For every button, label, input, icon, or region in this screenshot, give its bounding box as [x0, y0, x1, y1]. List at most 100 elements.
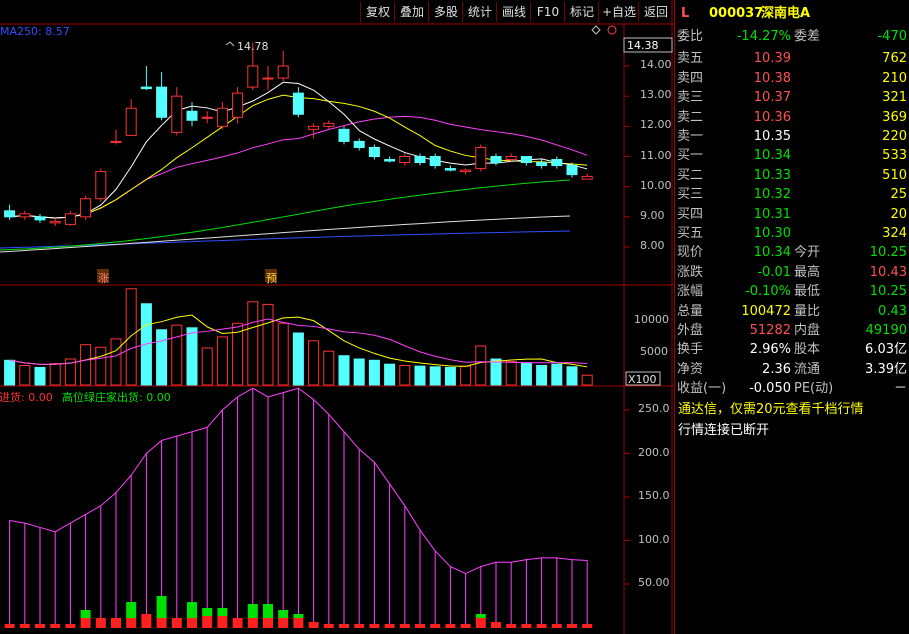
stat-label: 总量: [677, 303, 704, 319]
indicator-axis-label: 150.0: [638, 489, 670, 502]
bid-label: 买五: [677, 226, 704, 241]
bid-row: 买五 10.30 324: [677, 224, 909, 243]
weibi-row: 委比 -14.27% 委差 -470: [677, 27, 909, 46]
candle-body: [414, 156, 426, 164]
indicator-green-bar: [278, 610, 289, 618]
stats-row: 总量 100472 量比 0.43: [677, 302, 909, 321]
volume-bar: [49, 363, 61, 386]
price-axis-label: 8.00: [640, 239, 665, 252]
indicator-red-bar: [308, 622, 319, 628]
candle-body: [201, 116, 213, 119]
volume-bar: [566, 366, 578, 386]
volume-bar: [19, 365, 31, 386]
candle-body: [19, 213, 31, 218]
candle-body: [292, 92, 304, 115]
candle-body: [551, 159, 563, 167]
stat-label: 现价: [677, 245, 704, 260]
volume-bar: [34, 366, 46, 386]
stat-value: 51282: [749, 323, 791, 338]
volume-bar: [247, 301, 259, 386]
connection-label: 行情连接已断开: [678, 423, 770, 438]
fund-label: 流通: [794, 361, 821, 377]
ma120-line: [0, 215, 571, 253]
indicator-red-bar: [247, 618, 258, 628]
volume-bar: [216, 336, 228, 386]
stat-value: 10.25: [869, 245, 907, 260]
fund-value: 6.03亿: [865, 342, 907, 357]
indicator-green-bar: [293, 614, 304, 618]
indicator-red-bar: [4, 624, 15, 628]
ask-label: 卖四: [677, 70, 704, 86]
price-axis-label: 9.00: [640, 208, 665, 222]
ask-label: 卖三: [677, 90, 704, 105]
indicator-red-bar: [521, 624, 532, 628]
candle-body: [338, 128, 350, 142]
candle-body: [536, 162, 548, 167]
volume-bar: [95, 346, 107, 386]
fund-value: 3.39亿: [865, 361, 907, 377]
indicator-red-bar: [384, 624, 395, 628]
indicator-red-bar: [171, 618, 182, 628]
bid-label: 买二: [677, 167, 704, 183]
stats-row: 涨幅 -0.10% 最低 10.25: [677, 282, 909, 301]
volume-bar: [505, 361, 517, 386]
indicator-red-bar: [156, 618, 167, 628]
diamond-icon: [591, 25, 601, 35]
kline-chart[interactable]: [0, 0, 674, 634]
indicator-green-bar: [247, 604, 258, 618]
bid-price: 10.33: [753, 167, 791, 183]
candle-body: [49, 220, 61, 224]
indicator-red-bar: [430, 624, 441, 628]
fund-row: 收益(一) -0.050 PE(动) －: [677, 379, 909, 398]
candle-body: [171, 95, 183, 133]
indicator-red-bar: [80, 618, 91, 628]
promo-label[interactable]: 通达信，仅需20元查看千档行情: [678, 400, 864, 419]
stat-label: 外盘: [677, 323, 704, 338]
indicator-red-bar: [354, 624, 365, 628]
stock-prefix: L: [681, 6, 690, 21]
candle-body: [156, 86, 168, 118]
volume-bar: [581, 374, 593, 386]
ask-row: 卖三 10.37 321: [677, 88, 909, 107]
indicator-green-bar: [217, 608, 228, 616]
bid-price: 10.31: [753, 206, 791, 222]
current-price-tag: 14.38: [627, 39, 659, 52]
stat-value: -0.01: [757, 264, 791, 280]
ask-price: 10.37: [753, 90, 791, 105]
indicator-green-bar: [156, 596, 167, 618]
ask-price: 10.36: [753, 109, 791, 125]
volume-bar: [338, 355, 350, 386]
candle-body: [95, 171, 107, 200]
ask-volume: 321: [882, 90, 907, 105]
volume-bar: [323, 350, 335, 386]
circle-icon: [607, 25, 617, 35]
stats-row: 外盘 51282 内盘 49190: [677, 321, 909, 340]
volume-bar: [520, 362, 532, 386]
indicator-green-bar: [263, 604, 273, 618]
candle-body: [4, 210, 16, 218]
stats-row: 涨跌 -0.01 最高 10.43: [677, 263, 909, 282]
bid-label: 买一: [677, 148, 704, 163]
candle-body: [368, 146, 380, 157]
stock-title: L 000037 深南电A: [677, 4, 909, 24]
volume-bar: [292, 332, 304, 386]
volume-bar: [551, 363, 563, 386]
stock-code: 000037: [709, 6, 764, 21]
volume-bar: [444, 366, 456, 386]
indicator-axis-label: 250.0: [638, 402, 670, 415]
indicator-red-bar: [445, 624, 456, 628]
volume-bar: [262, 303, 274, 386]
stat-label: 最低: [794, 284, 821, 299]
volume-bar: [125, 288, 137, 386]
bid-row: 买二 10.33 510: [677, 166, 909, 185]
candle-body: [216, 107, 228, 127]
ask-volume: 220: [882, 129, 907, 144]
volume-bar: [460, 365, 472, 386]
stats-row: 现价 10.34 今开 10.25: [677, 243, 909, 262]
volume-bar: [384, 363, 396, 386]
promo-text[interactable]: 通达信，仅需20元查看千档行情: [678, 400, 909, 419]
volume-bar: [475, 345, 487, 386]
ma20-line: [9, 115, 588, 219]
bid-row: 买四 10.31 20: [677, 205, 909, 224]
candle-body: [125, 107, 137, 136]
